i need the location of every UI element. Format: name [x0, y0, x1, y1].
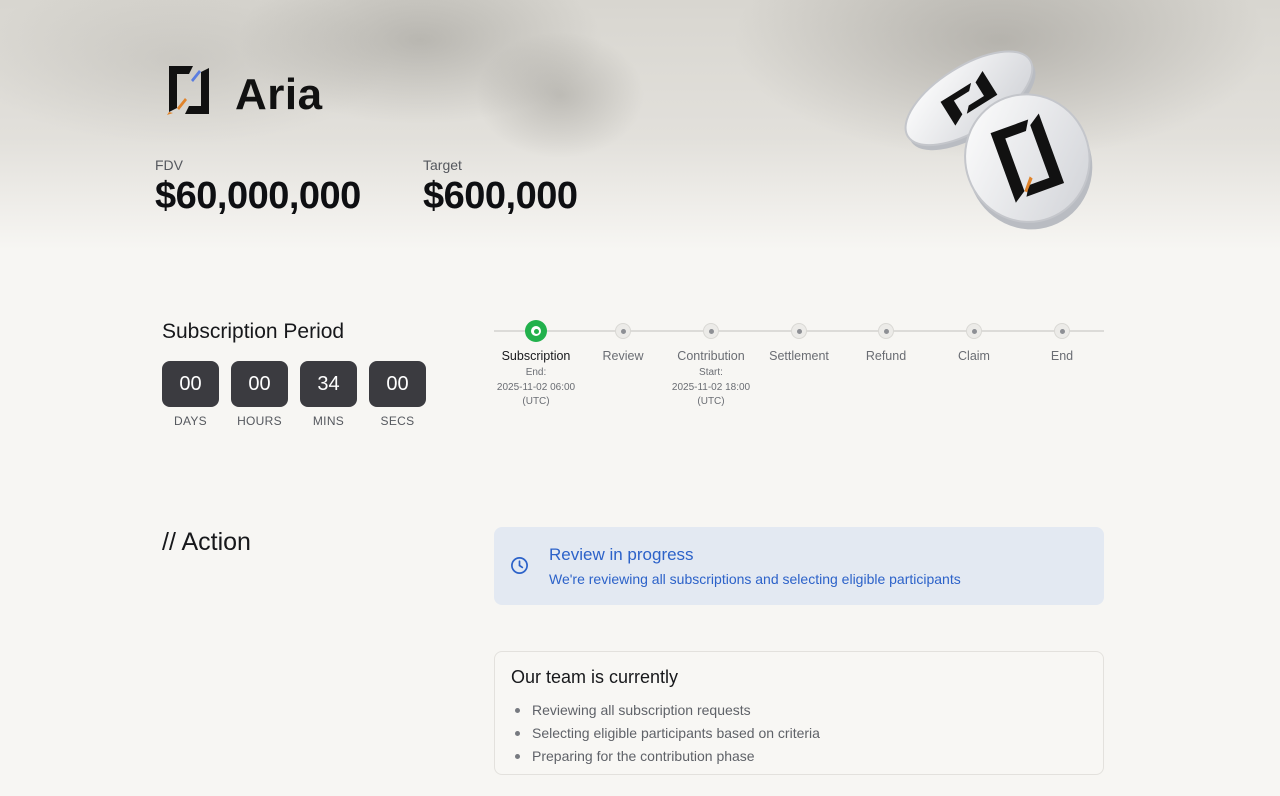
timeline-step-subscription: Subscription End: 2025-11-02 06:00 (UTC) [491, 320, 581, 410]
list-item: Reviewing all subscription requests [511, 699, 820, 722]
fdv-label: FDV [155, 157, 183, 173]
countdown-value: 00 [162, 361, 219, 407]
bullet-icon [515, 731, 520, 736]
countdown-label: MINS [312, 414, 345, 428]
step-dot [791, 323, 807, 339]
step-detail-line: (UTC) [697, 396, 725, 407]
review-status-banner: Review in progress We're reviewing all s… [494, 527, 1104, 605]
step-dot [615, 323, 631, 339]
timeline-step-contribution: Contribution Start: 2025-11-02 18:00 (UT… [666, 320, 756, 410]
step-detail-line: 2025-11-02 06:00 [496, 381, 576, 393]
step-label: Claim [958, 349, 990, 363]
coins-illustration [904, 50, 1093, 230]
countdown-label: HOURS [237, 414, 282, 428]
step-detail-line: Start: [699, 367, 723, 378]
phase-timeline: Subscription End: 2025-11-02 06:00 (UTC)… [494, 320, 1104, 420]
countdown-value: 00 [231, 361, 288, 407]
step-label: Subscription [501, 349, 571, 363]
step-label: Contribution [677, 349, 745, 363]
step-detail: End: 2025-11-02 06:00 (UTC) [491, 366, 581, 410]
timeline-step-claim: Claim [929, 320, 1019, 363]
step-dot [878, 323, 894, 339]
timeline-step-review: Review [578, 320, 668, 363]
countdown-hours: 00 HOURS [231, 361, 288, 428]
target-label: Target [423, 157, 462, 173]
review-title: Review in progress [549, 545, 694, 564]
countdown-label: DAYS [174, 414, 207, 428]
step-active-dot [525, 320, 547, 342]
step-detail-line: 2025-11-02 18:00 [671, 381, 751, 393]
step-dot [703, 323, 719, 339]
countdown-timer: 00 DAYS 00 HOURS 34 MINS 00 SECS [162, 361, 426, 428]
countdown-secs: 00 SECS [369, 361, 426, 428]
step-detail: Start: 2025-11-02 18:00 (UTC) [666, 366, 756, 410]
bullet-icon [515, 708, 520, 713]
timeline-step-settlement: Settlement [754, 320, 844, 363]
list-item-text: Reviewing all subscription requests [532, 702, 751, 718]
timeline-step-end: End [1017, 320, 1107, 363]
bullet-icon [515, 754, 520, 759]
step-label: Settlement [769, 349, 829, 363]
timeline-step-refund: Refund [841, 320, 931, 363]
team-task-list: Reviewing all subscription requests Sele… [511, 699, 820, 768]
aria-logo-icon [167, 66, 209, 115]
step-detail-line: (UTC) [522, 396, 550, 407]
clock-icon [511, 557, 528, 574]
countdown-mins: 34 MINS [300, 361, 357, 428]
team-status-card: Our team is currently Reviewing all subs… [494, 651, 1104, 775]
team-card-title: Our team is currently [511, 667, 679, 687]
fdv-stat: FDV $60,000,000 [155, 157, 361, 218]
step-label: Refund [865, 349, 907, 363]
list-item: Preparing for the contribution phase [511, 745, 820, 768]
target-stat: Target $600,000 [423, 157, 578, 218]
project-name: Aria [235, 70, 323, 119]
review-subtitle: We're reviewing all subscriptions and se… [549, 571, 961, 587]
subscription-period-title: Subscription Period [162, 320, 345, 343]
action-title: // Action [162, 528, 251, 556]
countdown-value: 34 [300, 361, 357, 407]
countdown-value: 00 [369, 361, 426, 407]
fdv-value: $60,000,000 [155, 175, 361, 217]
step-dot [1054, 323, 1070, 339]
countdown-days: 00 DAYS [162, 361, 219, 428]
step-label: Review [602, 349, 644, 363]
target-value: $600,000 [423, 175, 578, 217]
step-label: End [1050, 349, 1074, 363]
list-item-text: Selecting eligible participants based on… [532, 725, 820, 741]
list-item: Selecting eligible participants based on… [511, 722, 820, 745]
countdown-label: SECS [380, 414, 415, 428]
step-dot [966, 323, 982, 339]
step-detail-line: End: [525, 367, 547, 378]
list-item-text: Preparing for the contribution phase [532, 748, 755, 764]
